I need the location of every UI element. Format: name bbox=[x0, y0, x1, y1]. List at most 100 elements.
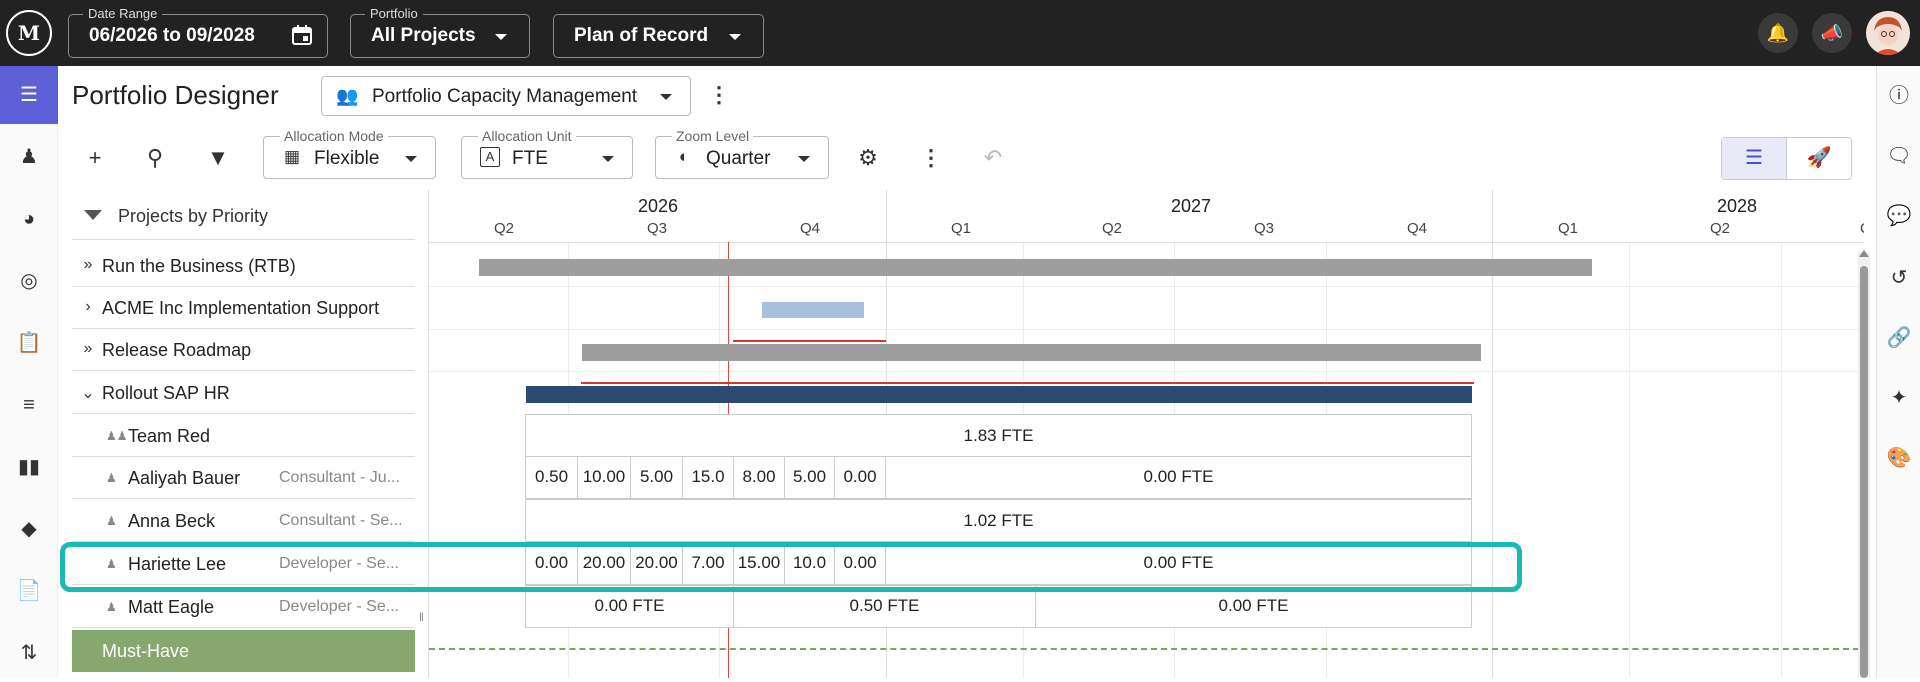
scroll-up-icon[interactable] bbox=[1859, 250, 1869, 257]
zoom-level-label: Zoom Level bbox=[672, 128, 754, 144]
tree-row-acme[interactable]: › ACME Inc Implementation Support bbox=[72, 287, 415, 329]
page-title: Portfolio Designer bbox=[72, 80, 279, 110]
launch-view-button[interactable]: 🚀 bbox=[1787, 138, 1851, 179]
priority-group-must-have[interactable]: Must-Have bbox=[72, 630, 415, 672]
allocation-cell[interactable]: 0.00 FTE bbox=[526, 586, 734, 627]
year-label: 2027 bbox=[1171, 196, 1212, 216]
quarter-label: Q1 bbox=[1558, 220, 1579, 237]
tree-row-release-roadmap[interactable]: » Release Roadmap bbox=[72, 329, 415, 371]
tree-row-rollout-sap-hr[interactable]: ⌄ Rollout SAP HR bbox=[72, 372, 415, 414]
ai-button[interactable]: ✦ bbox=[1877, 378, 1920, 418]
contrast-icon: ◐ bbox=[678, 147, 690, 166]
swap-vertical-icon: ⇅ bbox=[20, 642, 38, 664]
tree-row-matt-eagle[interactable]: ♟ Matt Eagle Developer - Se... bbox=[72, 586, 415, 628]
filter-button[interactable]: ▼ bbox=[203, 143, 233, 173]
allocation-cell[interactable]: 0.00 bbox=[835, 457, 886, 498]
theme-button[interactable]: 🎨 bbox=[1877, 438, 1920, 478]
undo-button[interactable]: ↶ bbox=[978, 143, 1008, 173]
progress-line bbox=[581, 382, 1474, 384]
allocation-cell[interactable]: 10.00 bbox=[578, 457, 631, 498]
chevron-right-icon[interactable]: › bbox=[80, 298, 96, 316]
page-more-button[interactable]: ⋮ bbox=[708, 82, 730, 108]
chevron-down-icon bbox=[602, 156, 614, 162]
chevron-down-icon bbox=[729, 34, 741, 40]
nav-assignments[interactable]: 📋 bbox=[0, 314, 58, 372]
left-nav: ☰ ♟ ◕ ◎ 📋 ≡ ▮▮ ◆ 📄 ⇅ bbox=[0, 66, 58, 678]
expand-all-icon[interactable]: » bbox=[80, 340, 96, 358]
nav-roadmap[interactable]: ◆ bbox=[0, 500, 58, 558]
megaphone-icon: 📣 bbox=[1820, 23, 1844, 43]
allocation-mode-label: Allocation Mode bbox=[280, 128, 388, 144]
allocation-cell[interactable]: 0.00 FTE bbox=[886, 457, 1471, 498]
nav-goals[interactable]: ◎ bbox=[0, 252, 58, 310]
plan-select[interactable]: Plan of Record bbox=[553, 14, 764, 58]
plan-value: Plan of Record bbox=[574, 25, 709, 46]
add-button[interactable]: + bbox=[80, 143, 110, 173]
allocation-cell[interactable]: 0.50 bbox=[526, 457, 578, 498]
allocation-unit-select[interactable]: Allocation Unit A FTE bbox=[461, 128, 633, 179]
tree-row-aaliyah-bauer[interactable]: ♟ Aaliyah Bauer Consultant - Ju... bbox=[72, 457, 415, 499]
view-select[interactable]: 👥 Portfolio Capacity Management bbox=[321, 76, 691, 116]
row-line bbox=[429, 286, 1864, 287]
nav-sort[interactable]: ⇅ bbox=[0, 624, 58, 682]
allocation-cell[interactable]: 5.00 bbox=[631, 457, 683, 498]
app-logo[interactable]: M bbox=[6, 10, 52, 56]
highlight-hariette-lee-row bbox=[60, 542, 1522, 592]
allocation-cell[interactable]: 8.00 bbox=[734, 457, 785, 498]
nav-documents[interactable]: 📄 bbox=[0, 562, 58, 620]
allocation-cell[interactable]: 15.0 bbox=[683, 457, 734, 498]
toolbar-more-button[interactable]: ⋮ bbox=[916, 143, 946, 173]
chevron-down-icon[interactable]: ⌄ bbox=[80, 383, 96, 403]
info-button[interactable]: ⓘ bbox=[1877, 76, 1920, 116]
gantt-view-button[interactable]: ☰ bbox=[1722, 138, 1787, 179]
history-button[interactable]: ↺ bbox=[1877, 258, 1920, 298]
portfolio-label: Portfolio bbox=[365, 6, 423, 21]
header-divider bbox=[429, 242, 1864, 243]
person-icon: ♟ bbox=[106, 514, 117, 528]
right-nav: ⓘ 🗨 💬 ↺ 🔗 ✦ 🎨 bbox=[1876, 66, 1920, 678]
notifications-button[interactable]: 🔔 bbox=[1758, 13, 1798, 53]
info-icon: ⓘ bbox=[1889, 85, 1909, 107]
nav-resources[interactable]: ♟ bbox=[0, 128, 58, 186]
allocation-team-red[interactable]: 1.83 FTE bbox=[525, 414, 1472, 457]
portfolio-select[interactable]: Portfolio All Projects bbox=[350, 6, 530, 58]
nav-portfolio-designer[interactable]: ☰ bbox=[0, 66, 58, 124]
row-line bbox=[429, 329, 1864, 330]
tree-row-team-red[interactable]: ♟♟ Team Red bbox=[72, 415, 415, 457]
quarter-label: Q1 bbox=[951, 220, 972, 237]
nav-list[interactable]: ≡ bbox=[0, 376, 58, 434]
expand-all-icon[interactable]: » bbox=[80, 256, 96, 274]
bar-rollout-sap-hr[interactable] bbox=[526, 386, 1472, 403]
date-range-field[interactable]: Date Range 06/2026 to 09/2028 bbox=[68, 6, 328, 58]
grid-line bbox=[1781, 242, 1782, 678]
settings-button[interactable]: ⚙ bbox=[853, 143, 883, 173]
bar-release-roadmap[interactable] bbox=[582, 344, 1481, 361]
zoom-level-value: Quarter bbox=[706, 148, 771, 169]
person-role: Consultant - Ju... bbox=[279, 469, 400, 486]
bar-rtb[interactable] bbox=[479, 259, 1592, 276]
scrollbar-thumb[interactable] bbox=[1860, 266, 1868, 678]
avatar[interactable] bbox=[1866, 11, 1910, 55]
target-icon: ◎ bbox=[20, 270, 38, 292]
tree-row-anna-beck[interactable]: ♟ Anna Beck Consultant - Se... bbox=[72, 500, 415, 542]
nav-board[interactable]: ▮▮ bbox=[0, 438, 58, 496]
allocation-cell[interactable]: 0.50 FTE bbox=[734, 586, 1036, 627]
nav-analytics[interactable]: ◕ bbox=[0, 190, 58, 248]
splitter-handle[interactable]: ‖ bbox=[419, 610, 424, 624]
tree-header[interactable]: Projects by Priority bbox=[72, 190, 415, 240]
chevron-down-icon bbox=[660, 94, 672, 100]
allocation-anna-beck[interactable]: 1.02 FTE bbox=[525, 499, 1472, 542]
allocation-mode-select[interactable]: Allocation Mode ▦ Flexible bbox=[263, 128, 436, 179]
feedback-button[interactable]: 💬 bbox=[1877, 196, 1920, 236]
search-button[interactable]: ⚲ bbox=[140, 143, 170, 173]
announcements-button[interactable]: 📣 bbox=[1812, 13, 1852, 53]
comments-button[interactable]: 🗨 bbox=[1877, 136, 1920, 176]
person-name: Anna Beck bbox=[128, 511, 216, 531]
allocation-cell[interactable]: 0.00 FTE bbox=[1036, 586, 1471, 627]
allocation-cell[interactable]: 5.00 bbox=[785, 457, 835, 498]
zoom-level-select[interactable]: Zoom Level ◐ Quarter bbox=[655, 128, 829, 179]
links-button[interactable]: 🔗 bbox=[1877, 318, 1920, 358]
tree-row-rtb[interactable]: » Run the Business (RTB) bbox=[72, 245, 415, 287]
project-name: Release Roadmap bbox=[102, 340, 252, 360]
bar-acme[interactable] bbox=[762, 302, 864, 318]
